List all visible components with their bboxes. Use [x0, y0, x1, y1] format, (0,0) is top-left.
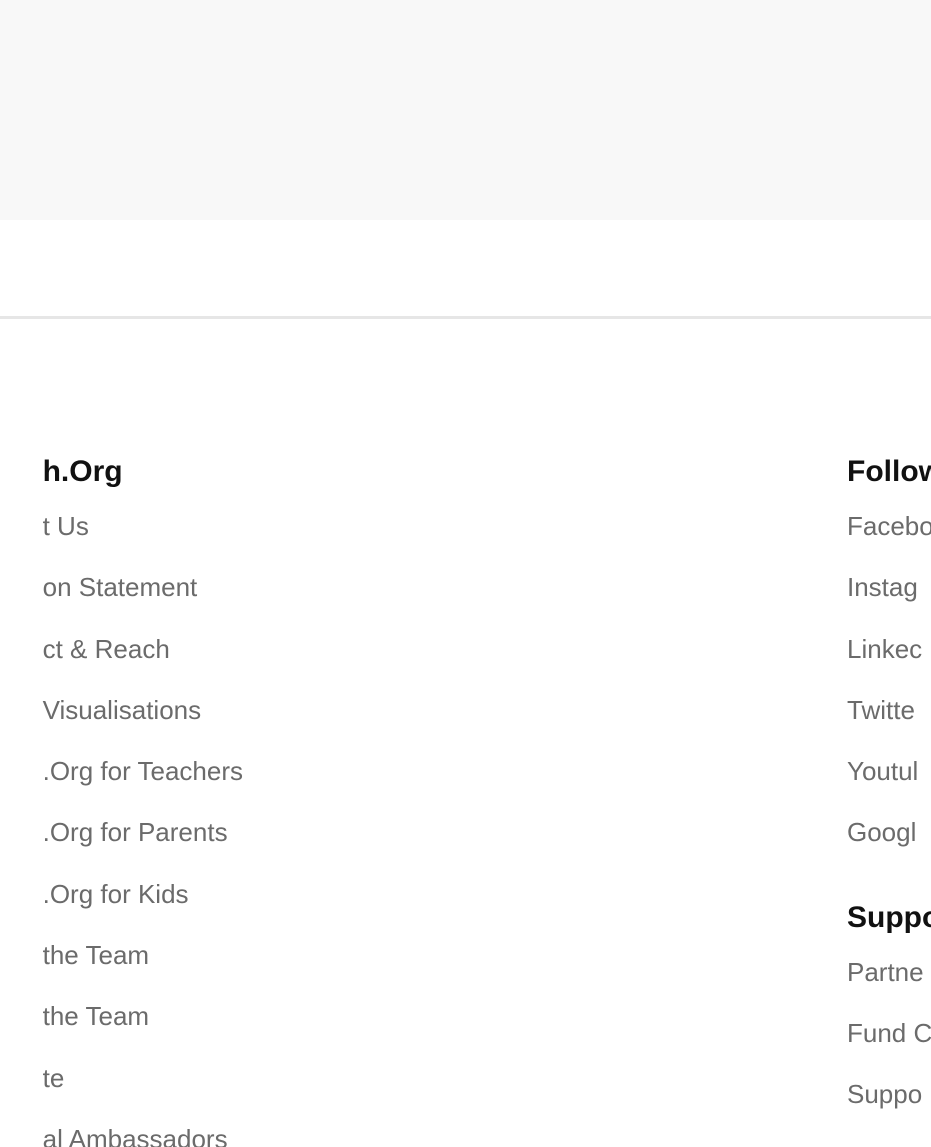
footer-link-google[interactable]: Googl	[847, 802, 931, 863]
footer-divider	[0, 316, 931, 319]
footer-link-fund[interactable]: Fund C	[847, 1003, 931, 1064]
footer-link-mission-statement[interactable]: on Statement	[43, 557, 243, 618]
page: h.Org t Us on Statement ct & Reach Visua…	[0, 0, 931, 1147]
footer-link-meet-the-team[interactable]: the Team	[43, 986, 243, 1047]
footer-link-about-us[interactable]: t Us	[43, 496, 243, 557]
footer-links-org: t Us on Statement ct & Reach Visualisati…	[43, 496, 243, 1147]
footer-link-for-teachers[interactable]: .Org for Teachers	[43, 741, 243, 802]
footer-link-support[interactable]: Suppo	[847, 1064, 931, 1125]
footer-link-visualisations[interactable]: Visualisations	[43, 680, 243, 741]
footer-link-join-the-team[interactable]: the Team	[43, 925, 243, 986]
footer-link-donate[interactable]: te	[43, 1048, 243, 1109]
footer-link-linkedin[interactable]: Linkec	[847, 619, 931, 680]
footer-link-partners[interactable]: Partne	[847, 942, 931, 1003]
footer-link-for-parents[interactable]: .Org for Parents	[43, 802, 243, 863]
footer-link-twitter[interactable]: Twitte	[847, 680, 931, 741]
footer-link-instagram[interactable]: Instag	[847, 557, 931, 618]
footer-link-global-ambassadors[interactable]: al Ambassadors	[43, 1109, 243, 1147]
footer-heading-support: Suppo	[847, 900, 931, 934]
footer-link-facebook[interactable]: Facebo	[847, 496, 931, 557]
top-band	[0, 0, 931, 220]
footer-links-follow: Facebo Instag Linkec Twitte Youtul Googl	[847, 496, 931, 864]
footer-heading-org: h.Org	[42, 455, 123, 488]
footer-links-support: Partne Fund C Suppo	[847, 942, 931, 1126]
footer-link-youtube[interactable]: Youtul	[847, 741, 931, 802]
footer-link-for-kids[interactable]: .Org for Kids	[43, 864, 243, 925]
footer-link-impact-reach[interactable]: ct & Reach	[43, 619, 243, 680]
footer-column-org: h.Org t Us on Statement ct & Reach Visua…	[43, 450, 243, 1147]
footer-heading-follow: Follow	[847, 455, 931, 488]
footer-column-follow-support: Follow Facebo Instag Linkec Twitte Youtu…	[847, 450, 931, 1126]
